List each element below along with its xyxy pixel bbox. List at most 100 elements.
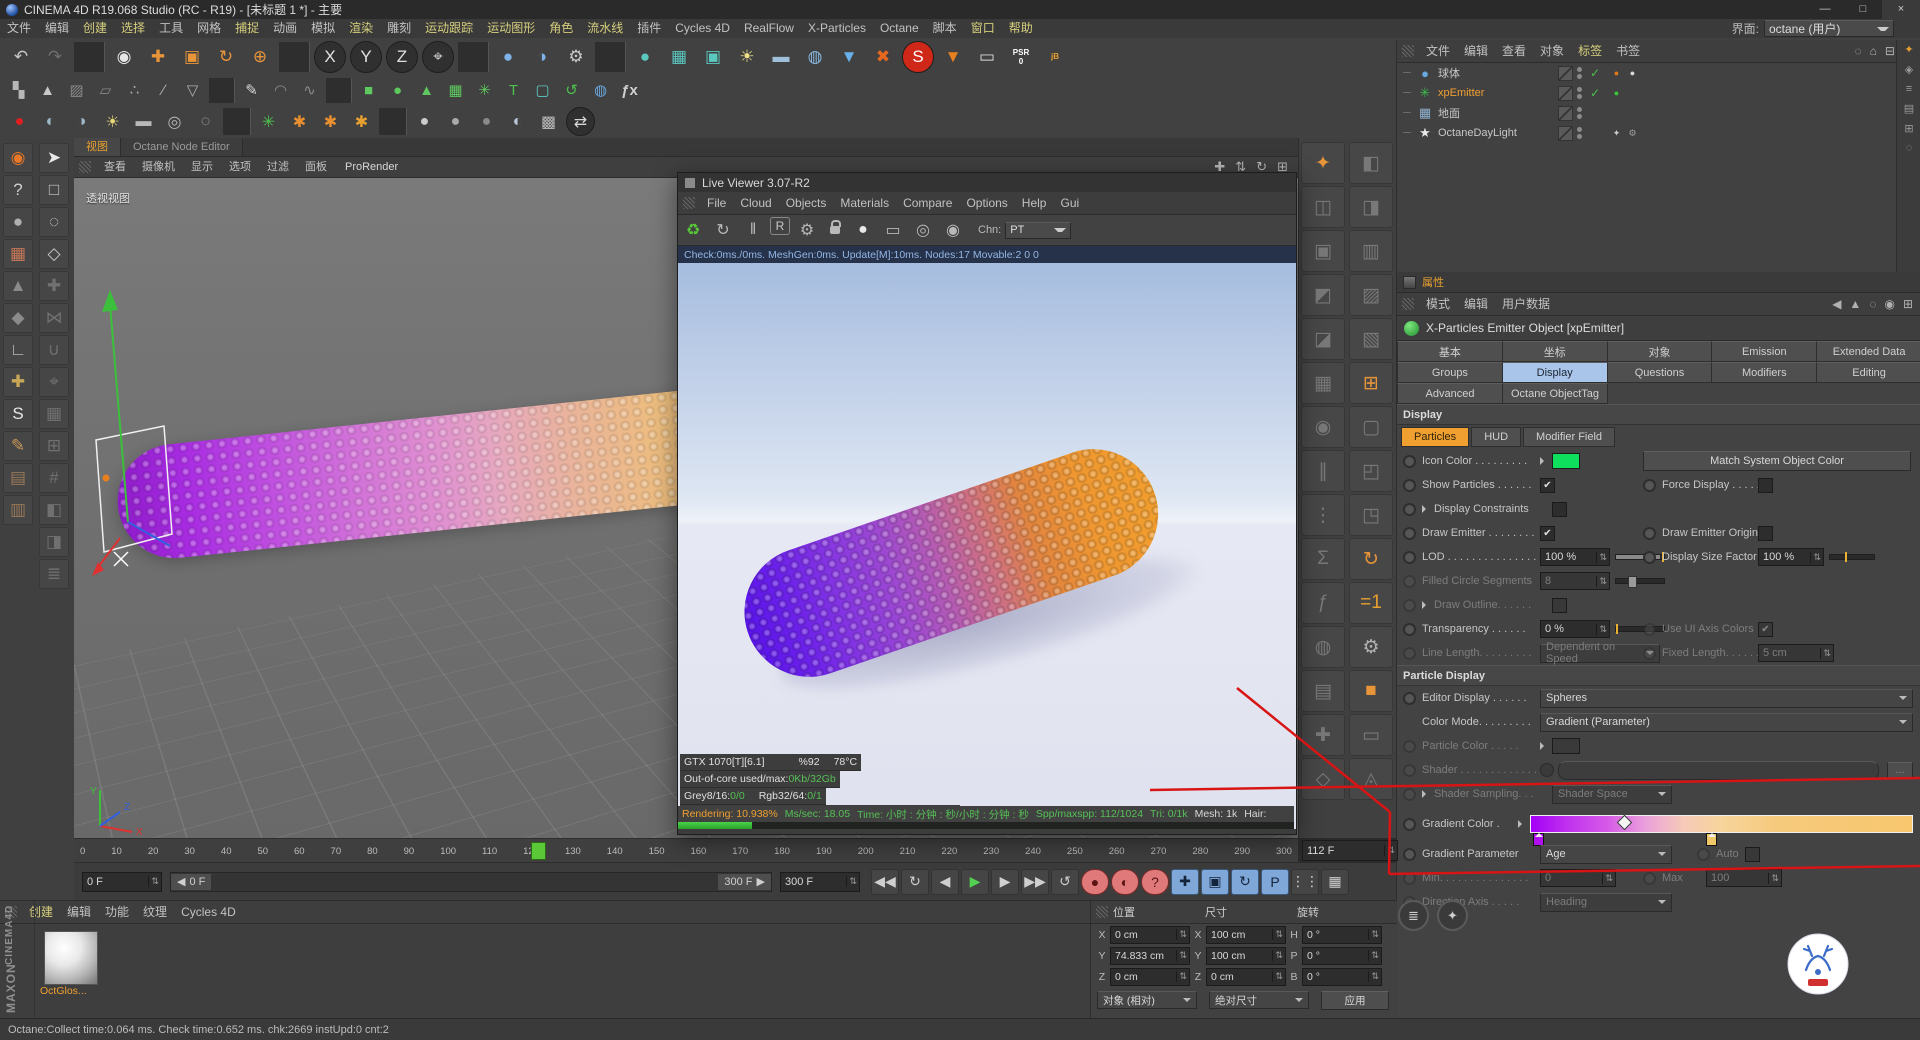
enable-checkmark[interactable]: ✓ [1590, 66, 1604, 80]
layout-d-icon[interactable]: ⊞ [1904, 122, 1913, 135]
viewport-menu-item[interactable]: 显示 [183, 158, 221, 177]
object-row[interactable]: ─ ✳ xpEmitter ✓ ● [1397, 83, 1920, 103]
position-field[interactable]: 0 cm⇅ [1110, 968, 1190, 986]
cube-primitive-icon[interactable]: ■ [356, 78, 381, 103]
rotate-icon[interactable]: ↻ [211, 42, 241, 72]
menu-item[interactable]: 脚本 [926, 19, 964, 38]
min-field[interactable]: 0⇅ [1540, 869, 1616, 887]
menu-item[interactable]: 创建 [76, 19, 114, 38]
rotation-field[interactable]: 0 °⇅ [1302, 926, 1382, 944]
camera-view-label[interactable]: 透视视图 [86, 190, 130, 206]
dock-arrow-grid-icon[interactable]: ⊞ [1349, 362, 1393, 404]
polygons-mode-icon[interactable]: ▽ [180, 78, 205, 103]
lv-menu-item[interactable]: Objects [779, 194, 834, 213]
pause-icon[interactable]: ‖ [740, 217, 766, 243]
object-tag-icon[interactable]: ● [1610, 67, 1623, 80]
octane-logo-icon[interactable]: S [902, 41, 934, 73]
shade-sphere1-icon[interactable]: ● [411, 108, 438, 135]
menu-item[interactable]: 运动图形 [480, 19, 542, 38]
position-field[interactable]: 0 cm⇅ [1110, 926, 1190, 944]
menu-item[interactable]: 工具 [152, 19, 190, 38]
max-field[interactable]: 100⇅ [1706, 869, 1782, 887]
attr-tab[interactable]: Display [1502, 362, 1608, 383]
workplane-icon[interactable]: ▱ [93, 78, 118, 103]
render-view[interactable]: GTX 1070[T][6.1]%9278°C Out-of-core used… [678, 263, 1296, 829]
object-tag-icon[interactable]: ✦ [1610, 127, 1623, 140]
model-mode-icon[interactable]: ▲ [35, 78, 60, 103]
menu-item[interactable]: Cycles 4D [668, 19, 737, 38]
z-axis-lock-icon[interactable]: Z [386, 41, 418, 73]
subdivision-surface-icon[interactable]: ▢ [530, 78, 555, 103]
attr-new-icon[interactable]: ⊞ [1903, 297, 1913, 311]
attr-up-icon[interactable]: ▲ [1849, 297, 1861, 311]
om-menu-item[interactable]: 文件 [1419, 42, 1457, 61]
lv-menu-item[interactable]: Cloud [733, 194, 778, 213]
tab-view[interactable]: 视图 [74, 138, 121, 156]
y-axis-lock-icon[interactable]: Y [350, 41, 382, 73]
menu-item[interactable]: 捕捉 [228, 19, 266, 38]
particle-color-swatch[interactable] [1552, 738, 1580, 754]
round-button-1[interactable]: ≣ [1398, 900, 1429, 931]
lv-menu-item[interactable]: Compare [896, 194, 959, 213]
attr-tab[interactable]: Advanced [1397, 383, 1503, 404]
menu-item[interactable]: 帮助 [1002, 19, 1040, 38]
shade-sphere2-icon[interactable]: ● [442, 108, 469, 135]
move-dim-icon[interactable]: ✚ [39, 271, 69, 301]
attr-menu-item[interactable]: 模式 [1419, 295, 1457, 314]
dock-fn-icon[interactable]: ƒ [1301, 582, 1345, 624]
floor-object-icon[interactable]: ▬ [766, 42, 796, 72]
material-preview-icon[interactable]: ● [850, 217, 876, 243]
object-tag-icon[interactable] [1610, 107, 1623, 120]
live-selection-icon[interactable]: ◉ [109, 42, 139, 72]
object-row[interactable]: ─ ● 球体 ✓ ● ● [1397, 63, 1920, 83]
attr-menu-item[interactable]: 编辑 [1457, 295, 1495, 314]
array-b-icon[interactable]: ⊞ [39, 431, 69, 461]
menu-item[interactable]: 插件 [630, 19, 668, 38]
play-icon[interactable]: ▶ [961, 869, 989, 895]
dock-plus-icon[interactable]: ✚ [1301, 714, 1345, 756]
enable-checkmark[interactable]: ✓ [1590, 86, 1604, 100]
dock-b1-icon[interactable]: ◧ [1349, 142, 1393, 184]
panel-grip-icon[interactable] [1096, 906, 1108, 918]
axis-center-icon[interactable]: ⌖ [39, 367, 69, 397]
cone-icon[interactable]: ▲ [3, 271, 33, 301]
layout-a-icon[interactable]: ◧ [39, 495, 69, 525]
points-mode-icon[interactable]: ∴ [122, 78, 147, 103]
om-menu-item[interactable]: 对象 [1533, 42, 1571, 61]
draw-emitter-origin-checkbox[interactable] [1758, 526, 1773, 541]
dock-equals1-icon[interactable]: =1 [1349, 582, 1393, 624]
round-button-2[interactable]: ✦ [1437, 900, 1468, 931]
object-tag-icon[interactable]: ⚙ [1626, 127, 1639, 140]
expand-arrow-icon[interactable] [1540, 457, 1548, 465]
live-viewer-titlebar[interactable]: Live Viewer 3.07-R2 [678, 173, 1296, 192]
menu-item[interactable]: Octane [873, 19, 926, 38]
shader-field[interactable] [1558, 761, 1879, 780]
layout-b-icon[interactable]: ≡ [1906, 83, 1912, 95]
gradient-color-bar[interactable] [1530, 815, 1913, 833]
om-collapse-icon[interactable]: ⊟ [1885, 44, 1895, 58]
material-menu-item[interactable]: Cycles 4D [174, 903, 243, 922]
interface-dropdown[interactable]: octane (用户) [1764, 20, 1894, 37]
sphere-primitive-icon[interactable]: ● [385, 78, 410, 103]
lv-menu-item[interactable]: Help [1015, 194, 1054, 213]
spline-wrap-icon[interactable]: ↺ [559, 78, 584, 103]
make-editable-icon[interactable]: ▚ [6, 78, 31, 103]
lens-dark-icon[interactable]: ◐ [37, 108, 64, 135]
menu-item[interactable]: 运动跟踪 [418, 19, 480, 38]
redo-icon[interactable]: ↷ [40, 42, 70, 72]
arc-spline-icon[interactable]: ◠ [268, 78, 293, 103]
xpresso-fx-icon[interactable]: ƒx [617, 78, 642, 103]
light-icon[interactable]: ☀ [732, 42, 762, 72]
render-picture-viewer-icon[interactable]: ◑ [527, 42, 557, 72]
menu-item[interactable]: 雕刻 [380, 19, 418, 38]
attr-tab[interactable]: Octane ObjectTag [1502, 383, 1608, 404]
timeline-ruler[interactable]: 0102030405060708090100110120130140150160… [74, 838, 1298, 863]
timeline-playhead[interactable] [531, 842, 546, 860]
apply-button[interactable]: 应用 [1321, 991, 1389, 1010]
attr-tab[interactable]: Modifiers [1711, 362, 1817, 383]
menu-item[interactable]: 动画 [266, 19, 304, 38]
object-name[interactable]: 球体 [1438, 65, 1558, 81]
om-home-icon[interactable]: ⌂ [1870, 44, 1877, 58]
channel-dropdown[interactable]: PT [1005, 222, 1071, 239]
rotation-field[interactable]: 0 °⇅ [1302, 968, 1382, 986]
